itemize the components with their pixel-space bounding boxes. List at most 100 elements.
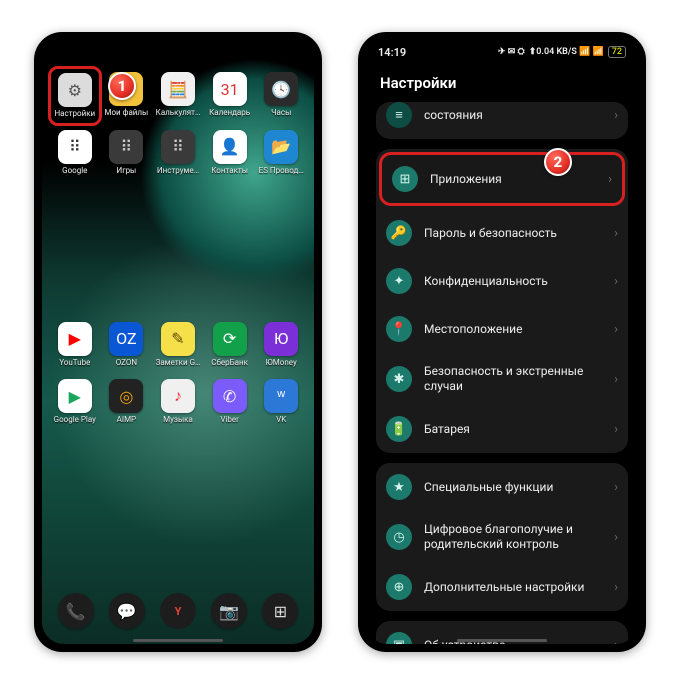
settings-app-icon: ⚙	[58, 73, 92, 107]
vk-app-icon: ʷ	[264, 379, 298, 413]
gnotes-app[interactable]: ✎ Заметки G…	[153, 320, 203, 374]
chevron-right-icon: ›	[614, 480, 618, 495]
row-label: Специальные функции	[424, 480, 602, 495]
sberbank-app[interactable]: ⟳СберБанк	[205, 320, 255, 374]
contacts-app-icon: 👤	[213, 130, 247, 164]
row-label: Приложения	[430, 172, 596, 187]
settings-card: ★Специальные функции›◷Цифровое благополу…	[376, 463, 628, 611]
youtube-app-icon: ▶	[58, 322, 92, 356]
app-label: Настройки	[54, 110, 95, 119]
status-icon: ≡	[386, 102, 412, 128]
settings-card-stub: ≡ состояния ›	[376, 102, 628, 139]
settings-body: Настройки ≡ состояния › ⊞Приложения›🔑Пар…	[366, 64, 638, 644]
phone-right: 14:19 ✈ ✉ ⛭ ⬆0.04 KB/S 📶 📶 72 Настройки …	[358, 32, 646, 652]
app-label: Заметки G…	[156, 359, 201, 368]
row-label: состояния	[424, 108, 602, 123]
chevron-right-icon: ›	[614, 580, 618, 595]
row-status-stub[interactable]: ≡ состояния ›	[376, 102, 628, 139]
dock-sms[interactable]: 💬	[101, 591, 152, 638]
status-time: 14:19	[378, 46, 406, 59]
row-label: Местоположение	[424, 322, 602, 337]
app-label: ЮMoney	[266, 359, 297, 368]
chevron-right-icon: ›	[614, 422, 618, 437]
row-location-icon: 📍	[386, 316, 412, 342]
chevron-right-icon: ›	[614, 638, 618, 645]
dock-sms-icon: 💬	[109, 593, 145, 629]
dock-phone[interactable]: 📞	[50, 591, 101, 638]
chevron-right-icon: ›	[614, 530, 618, 545]
row-security[interactable]: 🔑Пароль и безопасность›	[376, 209, 628, 257]
row-special[interactable]: ★ Специальные функции ›	[376, 463, 628, 511]
app-label: Google Play	[54, 416, 96, 425]
row-emergency-icon: ✱	[386, 366, 412, 392]
es-explorer-app[interactable]: 📂ES Провод…	[256, 128, 306, 182]
google-play-app-icon: ▶	[58, 379, 92, 413]
yoomoney-app[interactable]: Ю ЮMoney	[256, 320, 306, 374]
gnotes-app-icon: ✎	[161, 322, 195, 356]
contacts-app[interactable]: 👤 Контакты	[205, 128, 255, 182]
viber-app-icon: ✆	[213, 379, 247, 413]
row-apps[interactable]: ⊞Приложения›	[379, 152, 625, 206]
calculator-app[interactable]: 🧮Калькулят…	[153, 70, 203, 124]
calendar-app-icon: 31	[213, 72, 247, 106]
app-label: СберБанк	[211, 359, 248, 368]
dock-camera[interactable]: 📷	[204, 591, 255, 638]
dock-search[interactable]: Y	[152, 591, 203, 638]
row-label: Цифровое благополучие и родительский кон…	[424, 522, 602, 552]
row-special-icon: ★	[386, 474, 412, 500]
row-about-icon: ▣	[386, 632, 412, 644]
app-label: Инструме…	[157, 167, 199, 176]
google-folder[interactable]: ⠿Google	[50, 128, 100, 182]
app-label: Контакты	[211, 167, 248, 176]
phone-left: 14:19 ✈ ✉ ⛭ ⬆0.04 KB/S 📶 📶 72 ⚙Настройки…	[34, 32, 322, 652]
home-indicator[interactable]	[133, 639, 223, 642]
row-emergency[interactable]: ✱Безопасность и экстренные случаи›	[376, 353, 628, 405]
app-label: Google	[62, 167, 87, 176]
settings-app[interactable]: ⚙ Настройки	[48, 66, 102, 126]
row-more[interactable]: ⊕ Дополнительные настройки ›	[376, 563, 628, 611]
calendar-app[interactable]: 31Календарь	[205, 70, 255, 124]
clock-app[interactable]: 🕓Часы	[256, 70, 306, 124]
row-privacy-icon: ✦	[386, 268, 412, 294]
row-wellbeing[interactable]: ◷Цифровое благополучие и родительский ко…	[376, 511, 628, 563]
dock-apps[interactable]: ⊞	[255, 591, 306, 638]
ozon-app[interactable]: OZOZON	[102, 320, 152, 374]
music-app[interactable]: ♪Музыка	[153, 377, 203, 431]
youtube-app[interactable]: ▶ YouTube	[50, 320, 100, 374]
app-label: AIMP	[117, 416, 136, 425]
row-more-icon: ⊕	[386, 574, 412, 600]
games-folder[interactable]: ⠿Игры	[102, 128, 152, 182]
settings-card: ⊞Приложения›🔑Пароль и безопасность›✦Конф…	[376, 149, 628, 453]
screen-settings: 14:19 ✈ ✉ ⛭ ⬆0.04 KB/S 📶 📶 72 Настройки …	[366, 40, 638, 644]
row-label: Дополнительные настройки	[424, 580, 602, 595]
aimp-app[interactable]: ◎ AIMP	[102, 377, 152, 431]
app-label: Музыка	[163, 416, 193, 425]
badge-2: 2	[544, 148, 572, 176]
status-icons: ✈ ✉ ⛭	[498, 47, 525, 57]
app-label: Мои файлы	[105, 109, 149, 118]
dock-camera-icon: 📷	[211, 593, 247, 629]
row-battery-icon: 🔋	[386, 416, 412, 442]
vk-app[interactable]: ʷVK	[256, 377, 306, 431]
row-privacy[interactable]: ✦Конфиденциальность›	[376, 257, 628, 305]
screen-home: 14:19 ✈ ✉ ⛭ ⬆0.04 KB/S 📶 📶 72 ⚙Настройки…	[42, 40, 314, 644]
tools-folder[interactable]: ⠿ Инструме…	[153, 128, 203, 182]
yoomoney-app-icon: Ю	[264, 322, 298, 356]
page-title: Настройки	[376, 68, 628, 102]
row-battery[interactable]: 🔋Батарея›	[376, 405, 628, 453]
app-label: YouTube	[59, 359, 90, 368]
aimp-app-icon: ◎	[109, 379, 143, 413]
dock: 📞💬Y📷⊞	[42, 591, 314, 638]
row-location[interactable]: 📍 Местоположение ›	[376, 305, 628, 353]
home-indicator[interactable]	[457, 639, 547, 642]
row-label: Пароль и безопасность	[424, 226, 602, 241]
chevron-right-icon: ›	[614, 322, 618, 337]
app-label: Viber	[220, 416, 238, 425]
tools-folder-icon: ⠿	[161, 130, 195, 164]
row-label: Безопасность и экстренные случаи	[424, 364, 602, 394]
chevron-right-icon: ›	[608, 172, 612, 187]
google-play-app[interactable]: ▶ Google Play	[50, 377, 100, 431]
viber-app[interactable]: ✆ Viber	[205, 377, 255, 431]
status-battery: 72	[608, 46, 626, 58]
chevron-right-icon: ›	[614, 274, 618, 289]
